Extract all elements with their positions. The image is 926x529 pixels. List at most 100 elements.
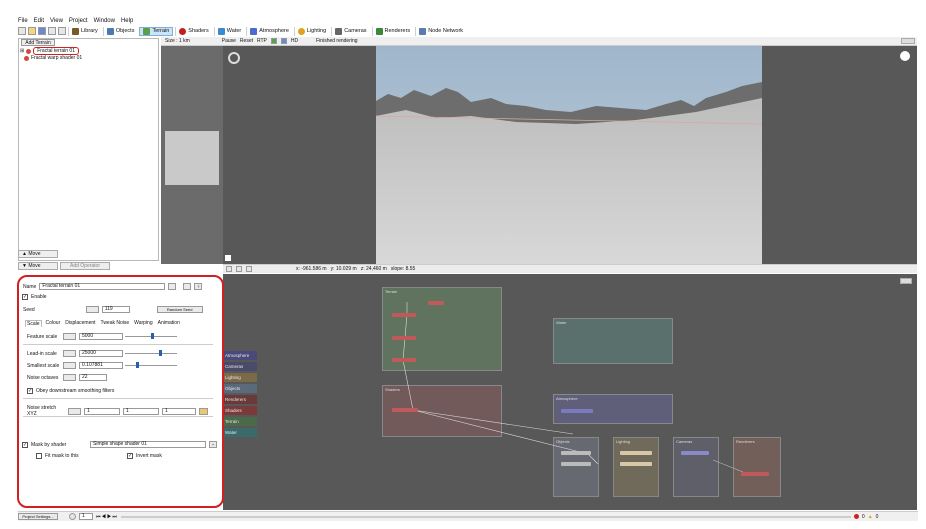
menu-window[interactable]: Window (94, 17, 115, 26)
render-mode-icon[interactable] (270, 38, 277, 44)
tree-item-warp-shader[interactable]: Fractal warp shader 01 (24, 55, 82, 61)
graph-view-buttons[interactable] (900, 278, 912, 284)
graph-node[interactable] (741, 472, 769, 476)
toolbar-atmosphere[interactable]: Atmosphere (246, 26, 292, 36)
timeline-track[interactable] (120, 515, 851, 518)
graph-node[interactable] (561, 462, 591, 466)
size-label[interactable]: Size : 1 km (165, 38, 190, 44)
feature-scale-row: Feature scale 5000 (27, 333, 123, 340)
graph-node[interactable] (392, 313, 416, 317)
name-info-button[interactable] (183, 283, 192, 290)
smallest-scale-input[interactable]: 0.107881 (79, 362, 123, 369)
reset-button[interactable]: Reset (240, 38, 253, 44)
menu-help[interactable]: Help (121, 17, 133, 26)
toolbar-library[interactable]: Library (68, 26, 101, 36)
sun-icon[interactable] (900, 51, 910, 61)
toolbar-objects[interactable]: Objects (102, 26, 138, 36)
renderers-icon (375, 27, 383, 35)
smallest-scale-connect[interactable] (63, 362, 76, 369)
menu-file[interactable]: File (18, 17, 28, 26)
project-settings-button[interactable]: Project Settings... (18, 513, 58, 520)
toolbar-lighting[interactable]: Lighting (293, 26, 329, 36)
expand-icon[interactable]: ⊞ (20, 48, 24, 54)
name-action-button[interactable] (168, 283, 177, 290)
grid-icon[interactable] (246, 266, 252, 272)
graph-node[interactable] (392, 336, 416, 340)
toolbar-water[interactable]: Water (213, 26, 244, 36)
feature-scale-input[interactable]: 5000 (79, 333, 123, 340)
graph-node[interactable] (561, 451, 591, 455)
lead-in-connect[interactable] (63, 350, 76, 357)
clock-icon[interactable] (69, 513, 76, 520)
graph-node[interactable] (620, 451, 652, 455)
graph-node[interactable] (620, 462, 652, 466)
tab-displacement[interactable]: Displacement (64, 320, 96, 327)
obey-smoothing-checkbox[interactable]: ✓ (27, 388, 33, 394)
menu-project[interactable]: Project (69, 17, 88, 26)
smallest-scale-knob[interactable] (136, 362, 139, 368)
lead-in-knob[interactable] (159, 350, 162, 356)
pause-button[interactable]: Pause (222, 38, 236, 44)
mask-shader-input[interactable]: Simple shape shader 01 (90, 441, 206, 448)
move-up-button[interactable]: ▲ Move (18, 250, 58, 258)
redo-icon[interactable] (58, 27, 66, 35)
tab-tweak-noise[interactable]: Tweak Noise (100, 320, 131, 327)
lead-in-slider[interactable] (125, 353, 177, 354)
graph-node[interactable] (561, 409, 593, 413)
preview-icon[interactable] (280, 38, 287, 44)
seed-connect-button[interactable] (85, 306, 99, 313)
toolbar-renderers[interactable]: Renderers (371, 26, 414, 36)
noise-stretch-z[interactable]: 1 (162, 407, 196, 415)
tab-colour[interactable]: Colour (45, 320, 62, 327)
nav-icon[interactable] (236, 266, 242, 272)
enable-checkbox[interactable]: ✓ (22, 294, 28, 300)
camera-icon[interactable] (226, 266, 232, 272)
viewport-window-buttons[interactable] (901, 38, 915, 44)
add-terrain-button[interactable]: Add Terrain (21, 39, 55, 46)
rtp-button[interactable]: RTP (257, 38, 267, 44)
menu-edit[interactable]: Edit (34, 17, 44, 26)
graph-node[interactable] (392, 408, 418, 412)
tab-animation[interactable]: Animation (157, 320, 181, 327)
playback-controls[interactable]: ⏮◀▶⏭ (96, 514, 118, 520)
menu-view[interactable]: View (50, 17, 63, 26)
open-icon[interactable] (28, 27, 36, 35)
tab-warping[interactable]: Warping (133, 320, 153, 327)
noise-stretch-x[interactable]: 1 (84, 407, 120, 415)
add-operator-button[interactable]: Add Operator (60, 262, 110, 270)
graph-node[interactable] (392, 358, 416, 362)
undo-icon[interactable] (48, 27, 56, 35)
toolbar-node-network[interactable]: Node Network (415, 26, 466, 36)
save-icon[interactable] (38, 27, 46, 35)
toolbar-terrain[interactable]: Terrain (139, 26, 174, 36)
help-button[interactable]: ? (194, 283, 203, 290)
feature-scale-knob[interactable] (151, 333, 154, 339)
fit-mask-checkbox[interactable] (36, 453, 42, 459)
feature-scale-connect[interactable] (63, 333, 76, 340)
frame-input[interactable]: 1 (79, 513, 93, 520)
hd-button[interactable]: HD (291, 38, 298, 44)
lock-icon[interactable] (199, 407, 208, 415)
lead-in-input[interactable]: 25000 (79, 350, 123, 357)
toolbar-cameras[interactable]: Cameras (331, 26, 369, 36)
objects-icon (106, 27, 114, 35)
noise-stretch-y[interactable]: 1 (123, 407, 159, 415)
noise-octaves-connect[interactable] (63, 374, 76, 381)
noise-octaves-input[interactable]: 22 (79, 374, 107, 381)
compass-icon[interactable] (228, 52, 240, 64)
mask-connect-button[interactable]: + (209, 441, 217, 448)
toolbar-shaders[interactable]: Shaders (175, 26, 212, 36)
graph-node[interactable] (681, 451, 709, 455)
tree-item-fractal-terrain[interactable]: ⊞ Fractal terrain 01 (20, 47, 79, 55)
noise-stretch-connect[interactable] (68, 407, 81, 415)
random-seed-button[interactable]: Random Seed (156, 306, 203, 313)
mask-by-shader-checkbox[interactable]: ✓ (22, 441, 28, 448)
seed-input[interactable]: 119 (101, 306, 130, 313)
graph-node[interactable] (428, 301, 444, 305)
name-input[interactable]: Fractal terrain 01 (39, 283, 166, 290)
tab-scale[interactable]: Scale (25, 320, 42, 327)
new-icon[interactable] (18, 27, 26, 35)
invert-mask-checkbox[interactable]: ✓ (127, 453, 133, 459)
move-down-button[interactable]: ▼ Move (18, 262, 58, 270)
smallest-scale-slider[interactable] (125, 365, 177, 366)
